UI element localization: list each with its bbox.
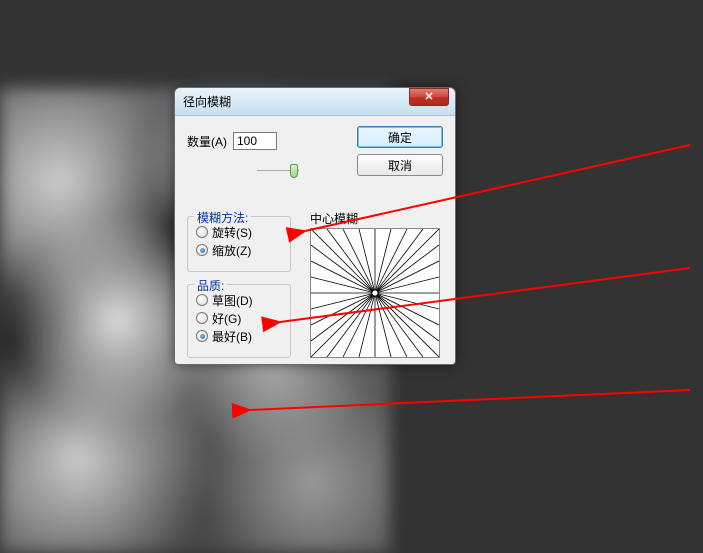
radio-method-zoom[interactable]: 缩放(Z) — [196, 241, 282, 259]
radio-icon — [196, 244, 208, 256]
close-icon: ✕ — [424, 90, 433, 103]
dialog-body: 数量(A) 确定 取消 模糊方法: 旋转(S) 缩放(Z) 品质: — [175, 116, 455, 364]
radio-label: 缩放(Z) — [212, 242, 251, 259]
radio-label: 草图(D) — [212, 292, 253, 309]
radio-icon — [196, 312, 208, 324]
method-legend: 模糊方法: — [194, 209, 251, 226]
amount-slider-thumb[interactable] — [290, 164, 298, 178]
radio-icon — [196, 330, 208, 342]
blur-center-preview[interactable] — [310, 228, 440, 358]
amount-label: 数量(A) — [187, 133, 227, 150]
blur-center-label: 中心模糊 — [310, 210, 358, 227]
radio-icon — [196, 226, 208, 238]
blur-method-group: 模糊方法: 旋转(S) 缩放(Z) — [187, 216, 291, 272]
quality-legend: 品质: — [194, 277, 227, 294]
ok-button[interactable]: 确定 — [357, 126, 443, 148]
radio-quality-good[interactable]: 好(G) — [196, 309, 282, 327]
amount-input[interactable] — [233, 132, 277, 150]
radial-blur-dialog: 径向模糊 ✕ 数量(A) 确定 取消 模糊方法: 旋转(S) — [174, 87, 456, 365]
radio-label: 好(G) — [212, 310, 241, 327]
radio-label: 旋转(S) — [212, 224, 252, 241]
radio-icon — [196, 294, 208, 306]
zoom-rays-icon — [311, 229, 439, 357]
radio-label: 最好(B) — [212, 328, 252, 345]
cancel-button[interactable]: 取消 — [357, 154, 443, 176]
close-button[interactable]: ✕ — [409, 88, 449, 106]
dialog-title: 径向模糊 — [183, 93, 231, 110]
dialog-titlebar[interactable]: 径向模糊 ✕ — [175, 88, 455, 116]
radio-quality-best[interactable]: 最好(B) — [196, 327, 282, 345]
quality-group: 品质: 草图(D) 好(G) 最好(B) — [187, 284, 291, 358]
